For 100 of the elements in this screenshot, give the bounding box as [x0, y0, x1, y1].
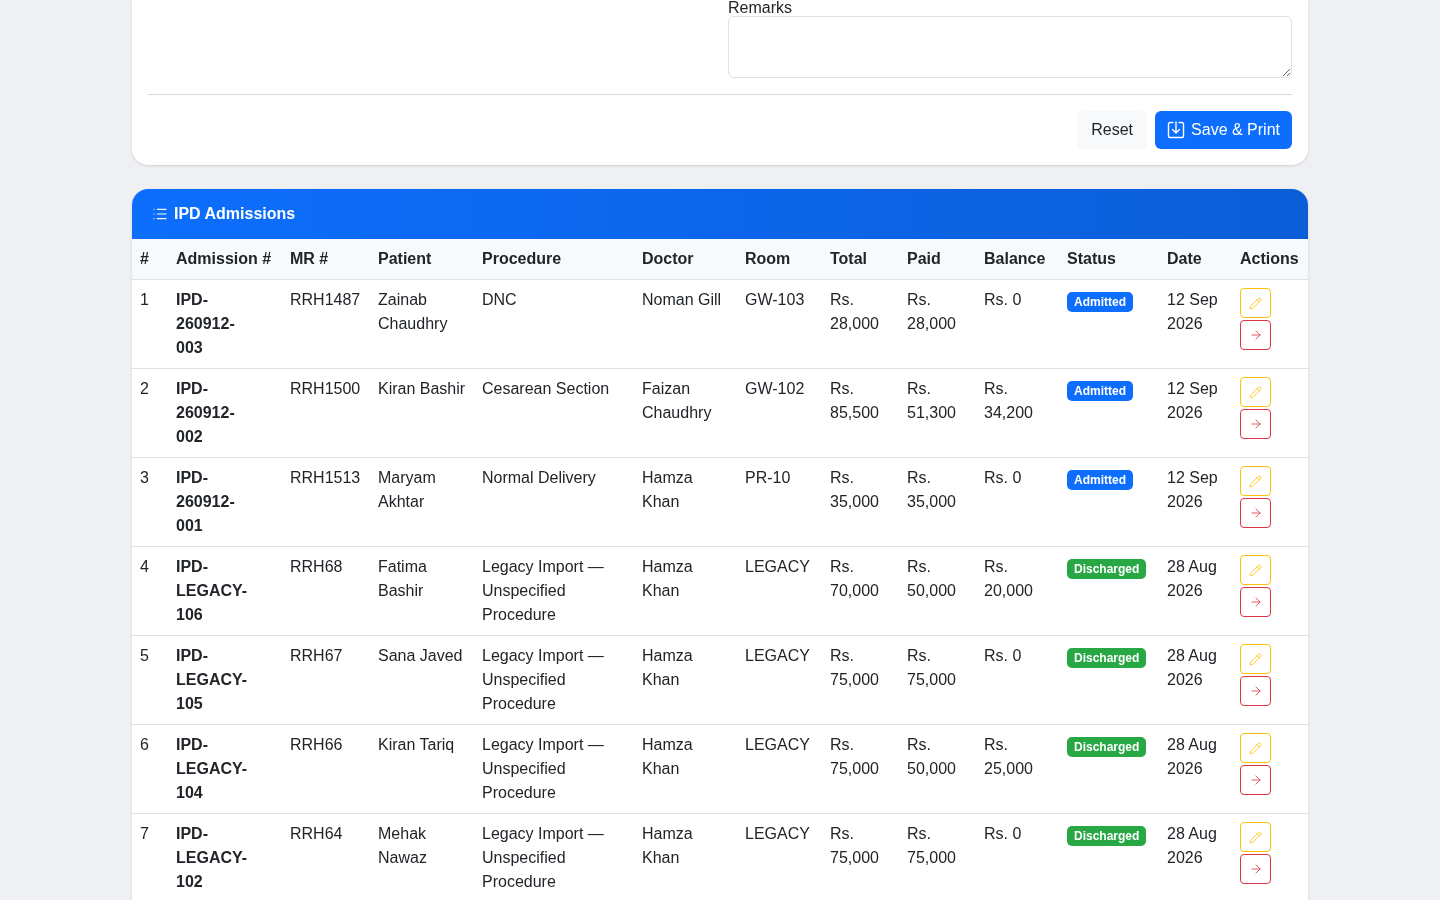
table-cell: 28 Aug 2026 [1159, 724, 1232, 814]
column-header: Doctor [634, 239, 737, 280]
table-cell: Rs. 75,000 [822, 724, 899, 814]
column-header: Paid [899, 239, 976, 280]
table-cell: Sana Javed [370, 635, 474, 725]
arrow-button[interactable] [1240, 854, 1271, 884]
pencil-icon [1249, 563, 1262, 577]
save-print-button[interactable]: Save & Print [1155, 111, 1292, 149]
table-cell: Rs. 35,000 [822, 457, 899, 547]
status-badge: Discharged [1067, 737, 1147, 757]
pencil-icon [1249, 830, 1262, 844]
pencil-icon [1249, 474, 1262, 488]
table-cell: RRH66 [282, 724, 370, 814]
table-cell: Zainab Chaudhry [370, 279, 474, 369]
table-cell: IPD-260912-003 [168, 279, 282, 369]
table-cell: Rs. 28,000 [899, 279, 976, 369]
column-header: Balance [976, 239, 1059, 280]
table-cell: Rs. 85,500 [822, 368, 899, 458]
table-cell: LEGACY [737, 635, 822, 725]
table-cell: 4 [132, 546, 168, 636]
remarks-field[interactable] [728, 16, 1292, 78]
table-cell: Rs. 70,000 [822, 546, 899, 636]
table-cell: Maryam Akhtar [370, 457, 474, 547]
table-cell: Hamza Khan [634, 813, 737, 900]
card-title: IPD Admissions [174, 204, 296, 224]
arrow-button[interactable] [1240, 498, 1271, 528]
table-cell: Legacy Import — Unspecified Procedure [474, 724, 634, 814]
download-box-icon [1167, 121, 1186, 139]
status-badge: Admitted [1067, 292, 1133, 312]
table-cell: 12 Sep 2026 [1159, 279, 1232, 369]
column-header: # [132, 239, 168, 280]
table-cell: Rs. 50,000 [899, 724, 976, 814]
field-label: Remarks [728, 0, 793, 16]
arrow-button[interactable] [1240, 320, 1271, 350]
table-cell: IPD-LEGACY-104 [168, 724, 282, 814]
table-cell: DNC [474, 279, 634, 369]
table-cell: Rs. 75,000 [822, 813, 899, 900]
table-cell: Hamza Khan [634, 724, 737, 814]
table-cell: Faizan Chaudhry [634, 368, 737, 458]
table-cell: Fatima Bashir [370, 546, 474, 636]
table-cell: Legacy Import — Unspecified Procedure [474, 546, 634, 636]
table-cell: Rs. 34,200 [976, 368, 1059, 458]
table-cell: Kiran Bashir [370, 368, 474, 458]
table-cell: Cesarean Section [474, 368, 634, 458]
table-cell: Rs. 75,000 [822, 635, 899, 725]
table-cell: 12 Sep 2026 [1159, 457, 1232, 547]
column-header: Status [1059, 239, 1159, 280]
table-cell: Rs. 0 [976, 813, 1059, 900]
table-cell: Rs. 35,000 [899, 457, 976, 547]
column-header: Date [1159, 239, 1232, 280]
table-cell: LEGACY [737, 813, 822, 900]
table-cell: GW-103 [737, 279, 822, 369]
table-cell: IPD-LEGACY-106 [168, 546, 282, 636]
table-cell: Rs. 75,000 [899, 813, 976, 900]
arrow-button[interactable] [1240, 409, 1271, 439]
arrow-button[interactable] [1240, 765, 1271, 795]
status-badge: Discharged [1067, 559, 1147, 579]
pencil-icon [1249, 296, 1262, 310]
table-cell: Rs. 28,000 [822, 279, 899, 369]
table-cell: 2 [132, 368, 168, 458]
pencil-icon [1249, 385, 1262, 399]
table-cell: Rs. 50,000 [899, 546, 976, 636]
table-cell: Normal Delivery [474, 457, 634, 547]
table-cell: LEGACY [737, 724, 822, 814]
arrow-button[interactable] [1240, 587, 1271, 617]
table-cell: Hamza Khan [634, 635, 737, 725]
table-cell: Noman Gill [634, 279, 737, 369]
table-cell: RRH1513 [282, 457, 370, 547]
arrow-button[interactable] [1240, 676, 1271, 706]
table-cell: 3 [132, 457, 168, 547]
table-cell: Kiran Tariq [370, 724, 474, 814]
table-cell: Rs. 25,000 [976, 724, 1059, 814]
table-cell: Rs. 20,000 [976, 546, 1059, 636]
table-cell: PR-10 [737, 457, 822, 547]
table-cell: Rs. 0 [976, 279, 1059, 369]
table-cell: Rs. 0 [976, 635, 1059, 725]
column-header: Total [822, 239, 899, 280]
table-cell: Legacy Import — Unspecified Procedure [474, 635, 634, 725]
reset-button[interactable]: Reset [1077, 111, 1148, 149]
table-cell: IPD-260912-002 [168, 368, 282, 458]
table-cell: IPD-LEGACY-105 [168, 635, 282, 725]
status-badge: Admitted [1067, 470, 1133, 490]
table-cell: RRH64 [282, 813, 370, 900]
status-badge: Discharged [1067, 648, 1147, 668]
table-cell: Hamza Khan [634, 546, 737, 636]
list-icon [152, 206, 168, 222]
table-cell: 6 [132, 724, 168, 814]
table-cell: RRH1500 [282, 368, 370, 458]
table-cell: Rs. 75,000 [899, 635, 976, 725]
table-cell: 1 [132, 279, 168, 369]
table-cell: 28 Aug 2026 [1159, 813, 1232, 900]
table-cell: IPD-LEGACY-102 [168, 813, 282, 900]
column-header: MR # [282, 239, 370, 280]
status-badge: Discharged [1067, 826, 1147, 846]
column-header: Admission # [168, 239, 282, 280]
table-cell: RRH1487 [282, 279, 370, 369]
table-cell: 5 [132, 635, 168, 725]
table-cell: 28 Aug 2026 [1159, 546, 1232, 636]
table-cell: Rs. 51,300 [899, 368, 976, 458]
table-cell: Legacy Import — Unspecified Procedure [474, 813, 634, 900]
